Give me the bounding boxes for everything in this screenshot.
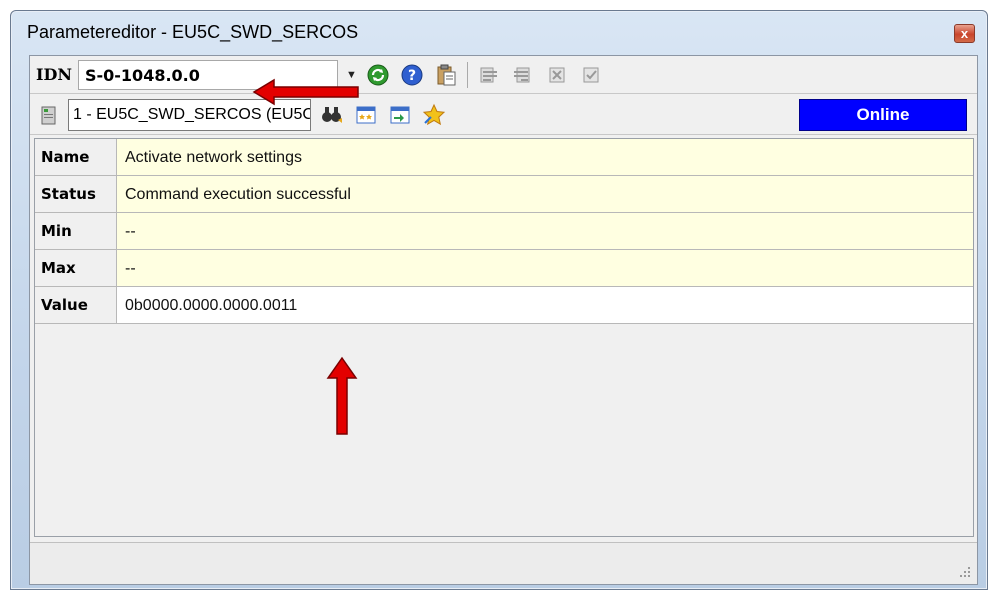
clipboard-icon[interactable] [433,62,459,88]
idn-label: IDN [36,65,72,84]
min-label: Min [35,213,117,249]
connection-toolbar: 1 - EU5C_SWD_SERCOS (EU5C Online [30,95,977,135]
idn-toolbar: IDN S-0-1048.0.0 ▼ ? [30,56,977,94]
window-title: Parametereditor - EU5C_SWD_SERCOS [27,21,359,42]
grid-row-status: Status Command execution successful [35,176,973,213]
status-bar [30,542,977,584]
annotation-arrow-left-icon [252,78,359,106]
idn-value: S-0-1048.0.0 [84,65,200,85]
title-bar[interactable]: Parametereditor - EU5C_SWD_SERCOS x [11,11,987,53]
max-label: Max [35,250,117,286]
help-icon[interactable]: ? [399,62,425,88]
grid-row-name: Name Activate network settings [35,139,973,176]
grid-row-value: Value 0b0000.0000.0000.0011 [35,287,973,324]
name-label: Name [35,139,117,175]
max-value: -- [117,250,973,286]
refresh-icon[interactable] [365,62,391,88]
toolbar-separator [466,61,468,88]
parameter-editor-window: Parametereditor - EU5C_SWD_SERCOS x IDN … [10,10,988,590]
favorite-star-icon[interactable] [421,102,447,128]
annotation-arrow-up-icon [326,356,358,435]
window-import-icon[interactable] [387,102,413,128]
device-select-value: 1 - EU5C_SWD_SERCOS (EU5C [73,105,311,123]
value-field[interactable]: 0b0000.0000.0000.0011 [117,287,973,323]
close-button[interactable]: x [954,24,975,43]
check-icon[interactable] [578,62,604,88]
param-list-icon[interactable] [476,62,502,88]
parameter-grid: Name Activate network settings Status Co… [34,138,974,537]
svg-text:?: ? [408,68,416,84]
client-area: IDN S-0-1048.0.0 ▼ ? 1 - EU5C_SWD_SERCOS… [29,55,978,585]
min-value: -- [117,213,973,249]
status-label: Status [35,176,117,212]
param-list-2-icon[interactable] [510,62,536,88]
resize-grip-icon[interactable] [959,566,971,578]
grid-row-min: Min -- [35,213,973,250]
name-value: Activate network settings [117,139,973,175]
compare-icon[interactable] [544,62,570,88]
grid-row-max: Max -- [35,250,973,287]
status-value: Command execution successful [117,176,973,212]
device-icon[interactable] [36,102,62,128]
value-label: Value [35,287,117,323]
online-status-badge: Online [799,99,967,131]
